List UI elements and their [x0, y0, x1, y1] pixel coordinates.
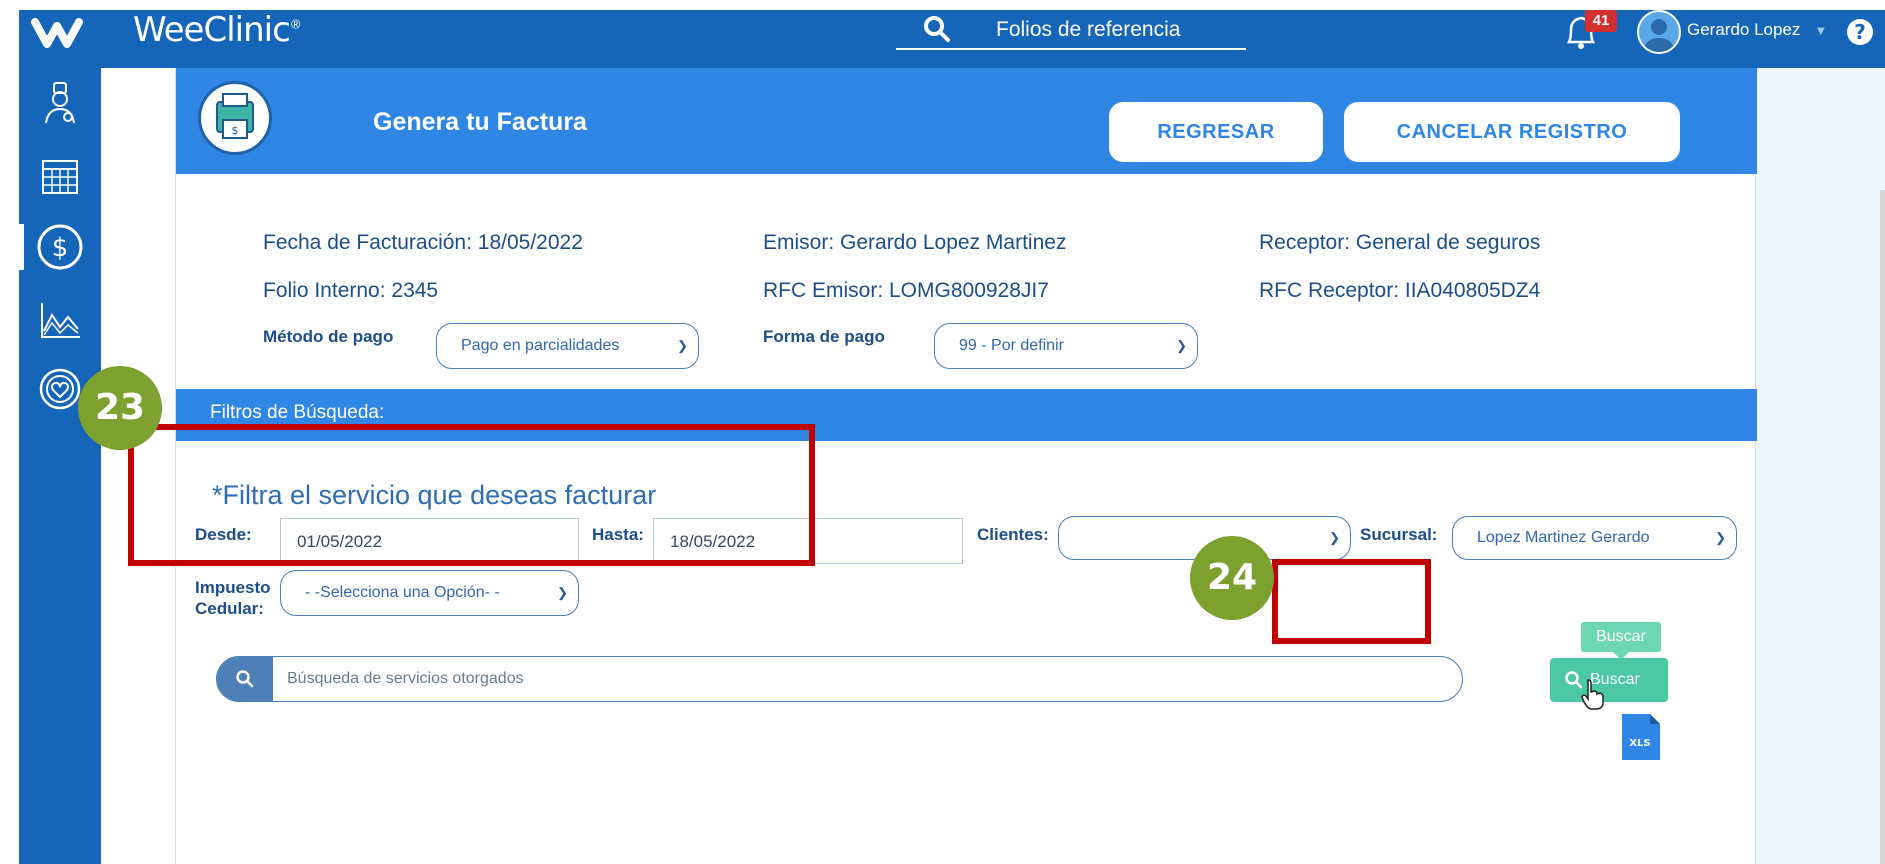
hand-cursor-icon	[1581, 679, 1604, 710]
top-bar: WeeClinic® Folios de referencia 41 Gerar…	[19, 10, 1885, 68]
svg-text:$: $	[232, 124, 239, 137]
search-button[interactable]: Buscar	[1550, 658, 1668, 710]
sidebar-item-billing[interactable]: $	[19, 216, 101, 278]
receiver-rfc: RFC Receptor: IIA040805DZ4	[1259, 279, 1541, 302]
heart-target-icon	[39, 368, 81, 410]
svg-text:$: $	[52, 233, 69, 263]
payment-method-value: Pago en parcialidades	[461, 337, 620, 354]
search-icon	[217, 657, 273, 701]
filters-title: Filtros de Búsqueda:	[210, 402, 385, 423]
receiver-name: Receptor: General de seguros	[1259, 231, 1541, 254]
doctor-icon	[45, 82, 75, 124]
issuer-name: Emisor: Gerardo Lopez Martinez	[763, 231, 1067, 254]
sidebar-item-doctors[interactable]	[19, 72, 101, 134]
calendar-icon	[42, 160, 78, 194]
search-icon	[924, 16, 950, 42]
xls-export-icon[interactable]: XLS	[1618, 712, 1662, 762]
notification-badge: 41	[1585, 10, 1617, 32]
sidebar-item-calendar[interactable]	[19, 144, 101, 206]
chevron-down-icon: ❯	[1329, 530, 1340, 545]
user-name[interactable]: Gerardo Lopez	[1687, 20, 1800, 40]
buscar-tooltip: Buscar	[1581, 622, 1661, 660]
payment-method-select[interactable]: Pago en parcialidades ❯	[436, 323, 699, 369]
invoice-printer-icon: $	[198, 81, 272, 155]
callout-box-filters	[128, 424, 815, 566]
tax-label-line1: Impuesto	[195, 578, 271, 597]
brand-name: WeeClinic®	[133, 10, 302, 50]
payment-form-label: Forma de pago	[763, 327, 885, 346]
payment-form-value: 99 - Por definir	[959, 337, 1064, 354]
branch-value: Lopez Martinez Gerardo	[1477, 529, 1650, 546]
services-search-placeholder: Búsqueda de servicios otorgados	[287, 670, 524, 687]
tax-value: - -Selecciona una Opción- -	[305, 584, 500, 601]
reference-search-label: Folios de referencia	[996, 18, 1181, 41]
payment-method-label: Método de pago	[263, 327, 394, 346]
services-search[interactable]: Búsqueda de servicios otorgados	[216, 656, 1463, 702]
sidebar: $	[19, 68, 101, 864]
billing-dollar-icon: $	[37, 224, 83, 270]
right-gutter	[1756, 68, 1885, 864]
window-edge	[0, 0, 19, 864]
internal-folio: Folio Interno: 2345	[263, 279, 439, 302]
chevron-down-icon: ❯	[557, 585, 568, 600]
help-icon[interactable]: ?	[1844, 16, 1876, 48]
branch-label: Sucursal:	[1360, 525, 1438, 544]
clients-label: Clientes:	[977, 525, 1049, 544]
avatar[interactable]	[1637, 10, 1681, 54]
chevron-down-icon: ❯	[1176, 338, 1187, 353]
card-header: $ Genera tu Factura REGRESAR CANCELAR RE…	[176, 68, 1757, 174]
app-window: WeeClinic® Folios de referencia 41 Gerar…	[0, 0, 1885, 864]
chevron-down-icon: ❯	[1715, 530, 1726, 545]
issuer-rfc: RFC Emisor: LOMG800928JI7	[763, 279, 1049, 302]
weeclinic-logo-icon[interactable]	[31, 14, 101, 48]
svg-text:XLS: XLS	[1629, 738, 1650, 749]
scrollbar[interactable]	[1880, 190, 1885, 864]
step-badge-24: 24	[1190, 536, 1274, 620]
chevron-down-icon[interactable]: ▼	[1817, 26, 1825, 37]
page-title: Genera tu Factura	[373, 108, 587, 136]
reference-search[interactable]: Folios de referencia	[896, 12, 1246, 50]
chart-icon	[41, 303, 80, 338]
user-avatar-icon	[1643, 19, 1675, 52]
tax-label-line2: Cedular:	[195, 599, 264, 618]
back-button[interactable]: REGRESAR	[1109, 102, 1323, 162]
sidebar-item-reports[interactable]	[19, 290, 101, 352]
cancel-registration-button[interactable]: CANCELAR REGISTRO	[1344, 102, 1680, 162]
payment-form-select[interactable]: 99 - Por definir ❯	[934, 323, 1198, 369]
invoice-date: Fecha de Facturación: 18/05/2022	[263, 231, 583, 254]
callout-box-search	[1272, 559, 1431, 644]
chevron-down-icon: ❯	[677, 338, 688, 353]
tax-select[interactable]: - -Selecciona una Opción- - ❯	[280, 570, 579, 616]
svg-text:?: ?	[1854, 20, 1866, 44]
step-badge-23: 23	[78, 366, 162, 450]
branch-select[interactable]: Lopez Martinez Gerardo ❯	[1452, 516, 1737, 560]
